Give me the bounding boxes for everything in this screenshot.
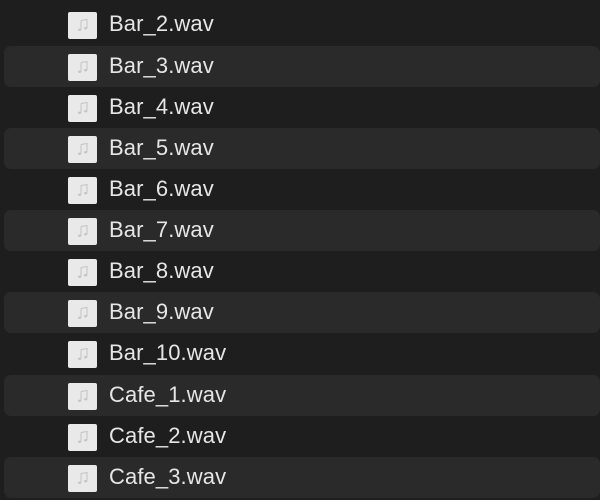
file-name: Bar_8.wav bbox=[109, 258, 214, 283]
file-name: Bar_6.wav bbox=[109, 176, 214, 201]
file-list: Bar_2.wav Bar_3.wav Bar_4.wav Bar_5.wav … bbox=[0, 0, 600, 500]
file-name: Cafe_1.wav bbox=[109, 382, 227, 407]
audio-file-icon bbox=[68, 424, 97, 451]
file-name: Bar_7.wav bbox=[109, 217, 214, 242]
audio-file-icon bbox=[68, 136, 97, 163]
file-row[interactable]: Cafe_3.wav bbox=[4, 457, 600, 498]
audio-file-icon bbox=[68, 12, 97, 39]
file-row[interactable]: Bar_5.wav bbox=[4, 128, 600, 169]
audio-file-icon bbox=[68, 300, 97, 327]
file-row[interactable]: Cafe_1.wav bbox=[4, 375, 600, 416]
audio-file-icon bbox=[68, 218, 97, 245]
file-row[interactable]: Bar_2.wav bbox=[0, 4, 600, 45]
file-row[interactable]: Bar_9.wav bbox=[4, 292, 600, 333]
audio-file-icon bbox=[68, 54, 97, 81]
file-name: Bar_9.wav bbox=[109, 299, 214, 324]
file-name: Bar_10.wav bbox=[109, 340, 227, 365]
audio-file-icon bbox=[68, 95, 97, 122]
file-name: Cafe_2.wav bbox=[109, 423, 227, 448]
file-row[interactable]: Bar_8.wav bbox=[0, 251, 600, 292]
file-name: Bar_3.wav bbox=[109, 53, 214, 78]
file-row[interactable]: Bar_10.wav bbox=[0, 333, 600, 374]
audio-file-icon bbox=[68, 383, 97, 410]
audio-file-icon bbox=[68, 177, 97, 204]
file-row[interactable]: Bar_4.wav bbox=[0, 87, 600, 128]
file-name: Bar_5.wav bbox=[109, 135, 214, 160]
audio-file-icon bbox=[68, 259, 97, 286]
file-row[interactable]: Bar_3.wav bbox=[4, 46, 600, 87]
file-row[interactable]: Bar_7.wav bbox=[4, 210, 600, 251]
file-name: Cafe_3.wav bbox=[109, 464, 227, 489]
audio-file-icon bbox=[68, 465, 97, 492]
file-row[interactable]: Cafe_2.wav bbox=[0, 416, 600, 457]
file-row[interactable]: Bar_6.wav bbox=[0, 169, 600, 210]
audio-file-icon bbox=[68, 341, 97, 368]
file-name: Bar_2.wav bbox=[109, 11, 214, 36]
file-name: Bar_4.wav bbox=[109, 94, 214, 119]
